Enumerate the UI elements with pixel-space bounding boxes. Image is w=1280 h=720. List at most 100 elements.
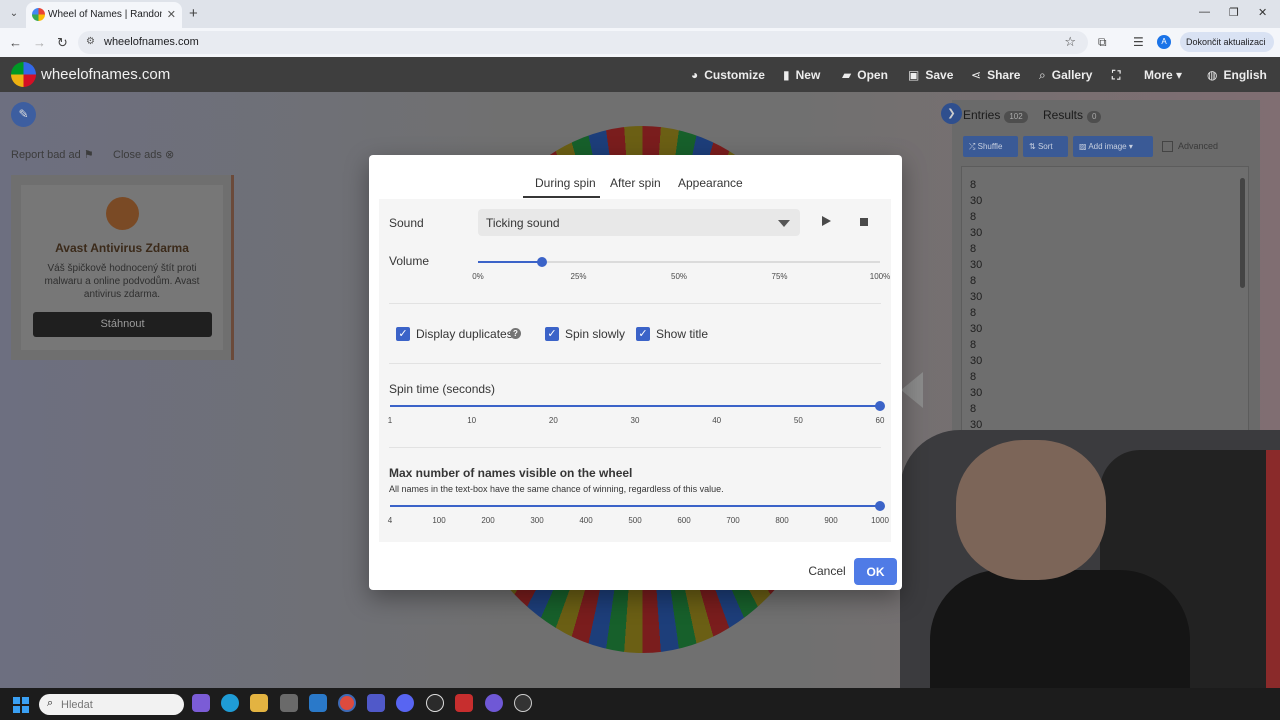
site-info-icon[interactable]: ⚙ [86,36,95,47]
max-names-slider-track[interactable] [390,505,880,507]
entries-scrollbar[interactable] [1240,178,1245,288]
store-app-icon[interactable] [280,694,298,712]
edge-app-icon[interactable] [221,694,239,712]
volume-label: Volume [389,254,430,268]
close-ads-link[interactable]: Close ads ⊗ [113,148,174,161]
entries-count-badge: 102 [1004,111,1028,123]
share-icon: ⋖ [971,68,982,82]
tab-appearance[interactable]: Appearance [678,176,743,190]
wordpress-app-icon[interactable] [426,694,444,712]
tab-after-spin[interactable]: After spin [610,176,661,190]
nav-gallery[interactable]: ⌕ Gallery [1039,68,1092,83]
nav-customize[interactable]: ◕ Customize [691,68,765,82]
bookmark-star-icon[interactable]: ☆ [1064,34,1076,50]
tab-list-chevron-icon[interactable]: ⌄ [6,6,22,22]
window-close-icon[interactable]: ✕ [1258,6,1267,19]
file-explorer-app-icon[interactable] [250,694,268,712]
list-item: 30 [970,387,983,399]
nav-language[interactable]: ◍ English [1207,68,1267,82]
volume-slider-fill [478,261,543,263]
url-text[interactable]: wheelofnames.com [104,36,199,48]
globe-icon: ◍ [1207,68,1218,82]
fullscreen-icon[interactable]: ⛶ [1112,68,1120,83]
play-icon[interactable] [822,216,831,226]
max-names-title: Max number of names visible on the wheel [389,466,633,480]
show-title-checkbox[interactable]: ✓ [636,327,650,341]
ok-button[interactable]: OK [854,558,897,585]
spin-time-slider-tick-label: 10 [467,416,477,425]
site-logo-text[interactable]: wheelofnames.com [41,66,170,83]
report-ad-link[interactable]: Report bad ad ⚑ [11,148,94,161]
list-item: 30 [970,355,983,367]
show-title-label: Show title [656,327,709,341]
cancel-button[interactable]: Cancel [804,561,850,581]
nav-new[interactable]: ▮ New [783,68,820,82]
mail-app-icon[interactable] [309,694,327,712]
wheel-favicon-icon [32,8,45,21]
stop-icon[interactable] [860,218,868,226]
sound-select[interactable]: Ticking sound [478,209,800,236]
advanced-checkbox[interactable] [1162,141,1173,152]
chrome-app-icon[interactable] [338,694,356,712]
shuffle-button[interactable]: ⤮ Shuffle [963,136,1018,157]
tab-results[interactable]: Results 0 [1043,108,1102,123]
search-icon: ⌕ [47,697,54,709]
new-tab-plus-icon[interactable]: + [189,5,198,22]
chat-app-icon[interactable] [485,694,503,712]
red-app-icon[interactable] [455,694,473,712]
nav-open[interactable]: ▰ Open [842,68,888,82]
tab-close-icon[interactable]: ✕ [167,8,176,21]
spin-time-slider-thumb[interactable] [875,401,885,411]
max-names-description: All names in the text-box have the same … [389,484,724,494]
profile-avatar[interactable]: A [1157,35,1171,49]
display-duplicates-label: Display duplicates [416,327,513,341]
add-image-button[interactable]: ▨ Add image ▾ [1073,136,1153,157]
restore-icon[interactable]: ❐ [1229,6,1239,19]
reload-icon[interactable]: ↻ [57,35,68,51]
divider [389,303,881,304]
sort-button[interactable]: ⇅ Sort [1023,136,1068,157]
nav-more[interactable]: More ▾ [1144,68,1182,82]
browser-toolbar: ← → ↻ ⚙ wheelofnames.com ☆ ⧉ ☰ ⋮ [0,28,1280,57]
obs-app-icon[interactable] [514,694,532,712]
list-item: 8 [970,339,977,351]
help-icon[interactable]: ? [510,328,521,339]
taskbar-search-input[interactable] [61,697,171,712]
teams-app-icon[interactable] [367,694,385,712]
extensions-icon[interactable]: ⧉ [1098,35,1107,50]
nav-share[interactable]: ⋖ Share [971,68,1020,82]
edit-pencil-icon[interactable]: ✎ [11,102,36,127]
address-bar[interactable]: ⚙ wheelofnames.com ☆ [78,31,1088,54]
ad-download-button[interactable]: Stáhnout [33,312,212,337]
spin-slowly-checkbox[interactable]: ✓ [545,327,559,341]
list-item: 8 [970,403,977,415]
tab-during-spin[interactable]: During spin [535,176,596,190]
logo-wheel-icon[interactable] [11,62,36,87]
copilot-app-icon[interactable] [192,694,210,712]
entries-list[interactable]: 8308308308308308308308308 [970,177,982,449]
webcam-overlay [900,430,1280,720]
file-icon: ▮ [783,68,790,82]
update-button[interactable]: Dokončit aktualizaci [1180,32,1274,52]
results-count-badge: 0 [1087,111,1102,123]
media-queue-icon[interactable]: ☰ [1133,35,1144,49]
save-icon: ▣ [908,68,920,82]
forward-arrow-icon[interactable]: → [33,35,46,50]
nav-save[interactable]: ▣ Save [908,68,953,82]
tab-entries[interactable]: Entries 102 [963,108,1028,123]
list-item: 8 [970,371,977,383]
display-duplicates-checkbox[interactable]: ✓ [396,327,410,341]
spin-time-slider-fill [390,405,880,407]
back-arrow-icon[interactable]: ← [9,35,22,50]
max-names-slider-thumb[interactable] [875,501,885,511]
image-icon: ▨ [1079,142,1087,151]
browser-tab[interactable]: Wheel of Names | Random name picker ✕ [26,2,182,28]
minimize-icon[interactable]: — [1199,6,1210,18]
sound-select-value: Ticking sound [486,216,560,230]
collapse-panel-chevron-icon[interactable]: ❯ [941,103,962,124]
spin-time-slider-track[interactable] [390,405,880,407]
folder-icon: ▰ [842,68,852,82]
taskbar-search[interactable]: ⌕ [39,694,184,715]
windows-start-icon[interactable] [13,697,29,713]
discord-app-icon[interactable] [396,694,414,712]
